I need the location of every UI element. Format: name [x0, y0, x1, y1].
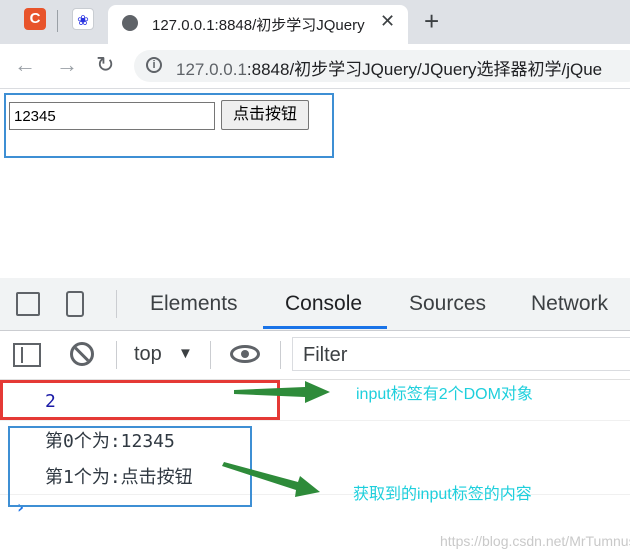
arrow-top — [234, 381, 330, 403]
annotation-arrows — [222, 381, 330, 497]
watermark: https://blog.csdn.net/MrTumnus — [440, 533, 630, 549]
arrow-bottom — [222, 462, 320, 497]
annotation-text: 获取到的input标签的内容 — [353, 486, 532, 503]
annotation-text: input标签有2个DOM对象 — [356, 386, 533, 403]
